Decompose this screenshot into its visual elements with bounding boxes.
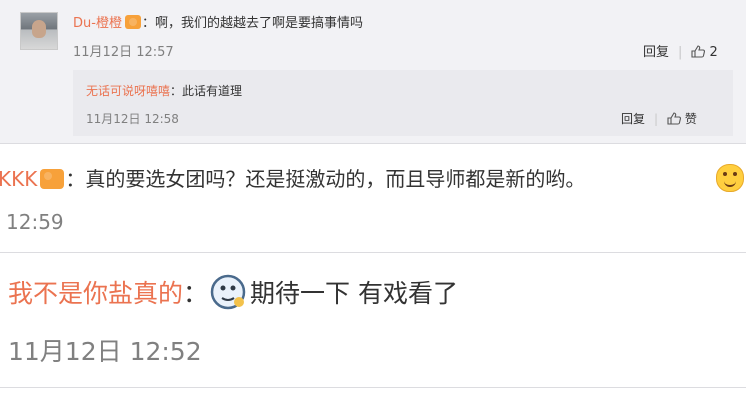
comment-text: ：啊，我们的越越去了啊是要搞事情吗 (141, 16, 363, 31)
like-button[interactable]: 2 (691, 45, 718, 60)
thumbs-up-icon (691, 45, 706, 58)
avatar[interactable] (20, 12, 58, 50)
comment-timestamp: 11月12日 12:57 (73, 45, 174, 60)
reply-timestamp: 11月12日 12:58 (86, 112, 179, 126)
comment-username[interactable]: KKK (0, 167, 37, 191)
divider (0, 387, 746, 388)
member-badge-icon (124, 15, 141, 29)
reply-line: 无话可说呀嘻嘻：此话有道理 (86, 82, 242, 99)
comment-line: KKK ：真的要选女团吗？还是挺激动的，而且导师都是新的哟。 (0, 163, 585, 192)
comment-actions: 回复 | 2 (643, 45, 718, 60)
comment-text: 期待一下 有戏看了 (250, 279, 458, 308)
reply-actions: 回复 | 赞 (621, 112, 697, 126)
reply-text: ：此话有道理 (170, 84, 243, 98)
member-badge-icon (40, 169, 65, 189)
comment-username[interactable]: 我不是你盐真的 (8, 279, 183, 308)
divider (0, 143, 746, 144)
thumbs-up-icon (667, 112, 682, 125)
divider (0, 252, 746, 253)
comment-timestamp: 11月12日 12:52 (8, 337, 202, 366)
comment-colon: ： (183, 279, 209, 308)
like-button[interactable]: 赞 (667, 112, 697, 126)
sticker-emoji (210, 274, 246, 310)
reply-button[interactable]: 回复 (621, 112, 645, 126)
reply-username[interactable]: 无话可说呀嘻嘻 (86, 84, 170, 98)
comment-username[interactable]: Du-橙橙 (73, 16, 122, 31)
comment-text: ：真的要选女团吗？还是挺激动的，而且导师都是新的哟。 (65, 167, 586, 191)
comment-timestamp: 12:59 (6, 210, 64, 234)
like-label: 赞 (684, 112, 697, 126)
smile-emoji (716, 164, 744, 192)
comment-line: Du-橙橙 ：啊，我们的越越去了啊是要搞事情吗 (73, 12, 363, 31)
like-count: 2 (709, 45, 718, 60)
reply-button[interactable]: 回复 (643, 45, 669, 60)
comment-line: 我不是你盐真的： 期待一下 有戏看了 (8, 272, 458, 312)
